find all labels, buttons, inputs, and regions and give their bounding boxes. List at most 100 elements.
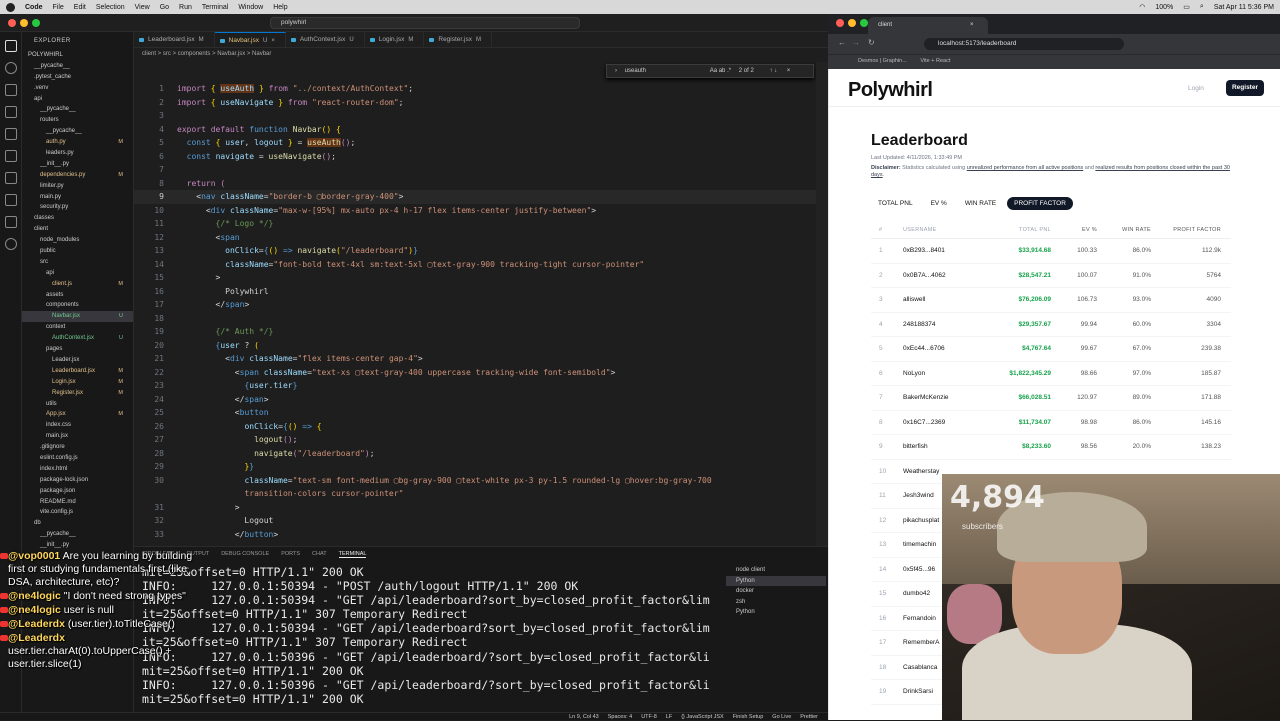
tree-item[interactable]: __pycache__ — [22, 61, 133, 72]
minimize-window-button[interactable] — [848, 19, 856, 27]
login-link[interactable]: Login — [1188, 85, 1204, 92]
code-line[interactable]: 4 export default function Navbar() { — [134, 123, 824, 137]
status-item[interactable]: Spaces: 4 — [608, 713, 632, 720]
wifi-icon[interactable]: ◠ — [1139, 3, 1145, 11]
zoom-window-button[interactable] — [860, 19, 868, 27]
tree-item[interactable]: .gitignore — [22, 442, 133, 453]
menu-selection[interactable]: Selection — [96, 4, 125, 11]
code-line[interactable]: 5 const { user, logout } = useAuth(); — [134, 136, 824, 150]
code-line[interactable]: transition-colors cursor-pointer" — [134, 487, 824, 501]
tree-item[interactable]: main.jsx — [22, 431, 133, 442]
code-line[interactable]: 20 {user ? ( — [134, 339, 824, 353]
panel-tab-ports[interactable]: PORTS — [281, 551, 300, 558]
code-line[interactable]: 29 }} — [134, 460, 824, 474]
code-line[interactable]: 28 navigate("/leaderboard"); — [134, 447, 824, 461]
code-line[interactable]: 18 — [134, 312, 824, 326]
code-line[interactable]: 8 return ( — [134, 177, 824, 191]
menu-window[interactable]: Window — [238, 4, 263, 11]
column-header[interactable]: USERNAME — [893, 227, 985, 233]
terminal-instance[interactable]: Python — [726, 575, 826, 586]
tree-item[interactable]: components — [22, 300, 133, 311]
tree-item[interactable]: __pycache__ — [22, 529, 133, 540]
arrow-down-icon[interactable]: ↓ — [774, 68, 777, 74]
breadcrumb[interactable]: client > src > components > Navbar.jsx >… — [134, 48, 828, 62]
remote-explorer-icon[interactable] — [5, 150, 17, 162]
code-line[interactable]: 23 {user.tier} — [134, 379, 824, 393]
battery-level[interactable]: 100% — [1155, 4, 1173, 11]
menu-file[interactable]: File — [53, 4, 64, 11]
terminal-instance[interactable]: Python — [726, 607, 826, 618]
account-icon[interactable] — [5, 238, 17, 250]
code-line[interactable]: 9 <nav className="border-b ▢border-gray-… — [134, 190, 824, 204]
forward-icon[interactable]: → — [852, 38, 860, 47]
table-row[interactable]: 7 BakerMcKenzie $66,028.51 120.97 89.0% 171.8… — [871, 386, 1231, 411]
table-row[interactable]: 9 bitterfish $8,233.60 98.56 20.0% 138.23 — [871, 435, 1231, 460]
tree-item[interactable]: README.md — [22, 497, 133, 508]
tree-item[interactable]: Navbar.jsx U — [22, 311, 133, 323]
tree-item[interactable]: .pytest_cache — [22, 72, 133, 83]
code-line[interactable]: 32 Logout — [134, 514, 824, 528]
find-input[interactable]: useauth — [625, 68, 646, 74]
tree-item[interactable]: routers — [22, 115, 133, 126]
run-debug-icon[interactable] — [5, 106, 17, 118]
code-line[interactable]: 21 <div className="flex items-center gap… — [134, 352, 824, 366]
match-case-icon[interactable]: Aa — [710, 68, 717, 74]
panel-tab-terminal[interactable]: TERMINAL — [338, 551, 367, 558]
regex-icon[interactable]: .* — [727, 68, 731, 74]
code-editor[interactable]: 1 import { useAuth } from "../context/Aut… — [134, 62, 828, 546]
tree-item[interactable]: public — [22, 246, 133, 257]
status-item[interactable]: UTF-8 — [641, 713, 657, 720]
zoom-window-button[interactable] — [32, 19, 40, 27]
table-row[interactable]: 1 0xB293...8401 $33,914.68 100.33 86.0% 112.9… — [871, 239, 1231, 264]
status-item[interactable]: {} JavaScript JSX — [681, 713, 724, 720]
tree-item[interactable]: vite.config.js — [22, 507, 133, 518]
tree-item[interactable]: dependencies.py M — [22, 170, 133, 181]
code-line[interactable]: 12 <span — [134, 231, 824, 245]
register-button[interactable]: Register — [1226, 80, 1264, 96]
code-line[interactable]: 11 {/* Logo */} — [134, 217, 824, 231]
status-item[interactable]: Go Live — [772, 713, 791, 720]
code-line[interactable]: 16 Polywhirl — [134, 285, 824, 299]
tree-item[interactable]: __init__.py — [22, 159, 133, 170]
tree-item[interactable]: pages — [22, 344, 133, 355]
tree-item[interactable]: Leader.jsx — [22, 355, 133, 366]
reload-icon[interactable]: ↻ — [868, 38, 875, 47]
code-line[interactable]: 27 logout(); — [134, 433, 824, 447]
search-icon[interactable]: ⌕ — [1200, 3, 1204, 11]
table-row[interactable]: 8 0x16C7...2369 $11,734.07 98.98 86.0% 145.16 — [871, 411, 1231, 435]
find-widget[interactable]: › useauth Aa ab .* 2 of 2 ↑ ↓ × — [606, 64, 814, 78]
apple-icon[interactable] — [6, 2, 15, 12]
code-line[interactable]: 7 — [134, 163, 824, 177]
explorer-icon[interactable] — [5, 40, 17, 52]
tree-item[interactable]: src — [22, 257, 133, 268]
code-line[interactable]: 1 import { useAuth } from "../context/Aut… — [134, 82, 824, 96]
tree-item[interactable]: client — [22, 224, 133, 235]
menu-view[interactable]: View — [135, 4, 150, 11]
editor-tab[interactable]: Navbar.jsx U × — [214, 32, 286, 47]
code-line[interactable]: 15 > — [134, 271, 824, 285]
tree-item[interactable]: node_modules — [22, 235, 133, 246]
tree-item[interactable]: index.css — [22, 420, 133, 431]
close-window-button[interactable] — [836, 19, 844, 27]
code-line[interactable]: 31 > — [134, 501, 824, 515]
column-header[interactable]: PROFIT FACTOR — [1151, 227, 1221, 233]
editor-tab[interactable]: Login.jsx M — [365, 32, 425, 47]
table-row[interactable]: 6 NoLyon $1,822,345.29 98.66 97.0% 185.87 — [871, 362, 1231, 386]
code-line[interactable]: 3 — [134, 109, 824, 123]
tree-item[interactable]: AuthContext.jsx U — [22, 333, 133, 344]
bookmark-vite[interactable]: Vite + React — [920, 58, 950, 64]
tree-item[interactable]: context — [22, 322, 133, 333]
menu-run[interactable]: Run — [179, 4, 192, 11]
code-line[interactable]: 26 onClick={() => { — [134, 420, 824, 434]
tree-item[interactable]: api — [22, 268, 133, 279]
tree-item[interactable]: limiter.py — [22, 181, 133, 192]
database-icon[interactable] — [5, 216, 17, 228]
tree-item[interactable]: App.jsx M — [22, 409, 133, 420]
tree-item[interactable]: client.js M — [22, 279, 133, 290]
minimize-window-button[interactable] — [20, 19, 28, 27]
panel-tab-chat[interactable]: CHAT — [312, 551, 327, 558]
arrow-up-icon[interactable]: ↑ — [769, 68, 772, 74]
tree-item[interactable]: .venv — [22, 83, 133, 94]
testing-icon[interactable] — [5, 172, 17, 184]
terminal-instance[interactable]: zsh — [726, 597, 826, 608]
